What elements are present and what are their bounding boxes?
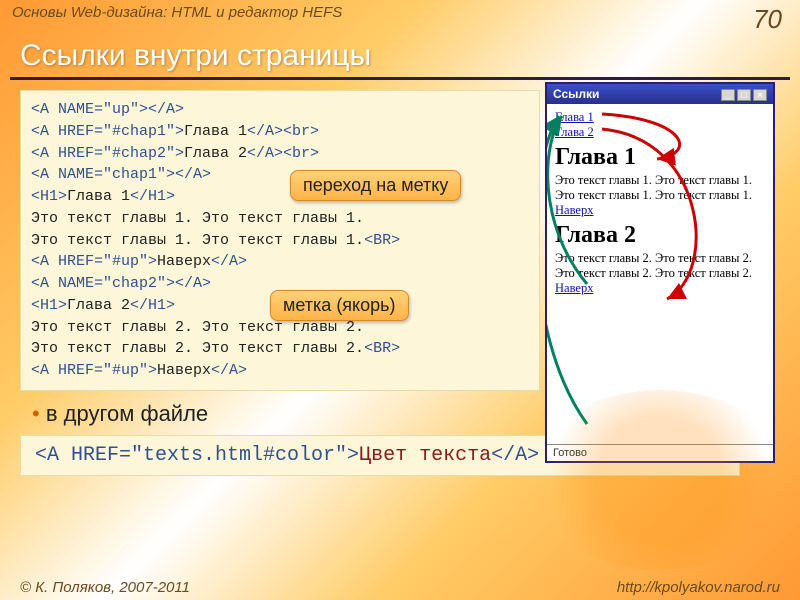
breadcrumb: Основы Web-дизайна: HTML и редактор HEFS xyxy=(12,4,342,35)
slide-number: 70 xyxy=(753,4,782,35)
page-title: Ссылки внутри страницы xyxy=(0,37,800,77)
title-divider xyxy=(10,77,790,80)
browser-preview: Ссылки _□× Глава 1 Глава 2 Глава 1 Это т… xyxy=(545,82,775,463)
footer-url: http://kpolyakov.narod.ru xyxy=(617,579,780,596)
preview-link-chap1[interactable]: Глава 1 xyxy=(555,110,594,124)
maximize-icon: □ xyxy=(737,89,751,101)
preview-link-up1[interactable]: Наверх xyxy=(555,203,593,217)
statusbar: Готово xyxy=(547,444,773,461)
window-title-text: Ссылки xyxy=(553,87,599,101)
callout-goto-label: переход на метку xyxy=(290,170,461,201)
preview-h1-chap2: Глава 2 xyxy=(555,222,765,249)
preview-link-chap2[interactable]: Глава 2 xyxy=(555,125,594,139)
code-block-main: <A NAME="up"></A> <A HREF="#chap1">Глава… xyxy=(20,90,540,391)
preview-text-chap1: Это текст главы 1. Это текст главы 1. Эт… xyxy=(555,173,765,203)
preview-link-up2[interactable]: Наверх xyxy=(555,281,593,295)
minimize-icon: _ xyxy=(721,89,735,101)
footer-copyright: © К. Поляков, 2007-2011 xyxy=(20,579,190,596)
close-icon: × xyxy=(753,89,767,101)
preview-h1-chap1: Глава 1 xyxy=(555,144,765,171)
callout-anchor: метка (якорь) xyxy=(270,290,409,321)
window-buttons: _□× xyxy=(719,87,767,101)
window-titlebar: Ссылки _□× xyxy=(547,84,773,104)
preview-text-chap2: Это текст главы 2. Это текст главы 2. Эт… xyxy=(555,251,765,281)
